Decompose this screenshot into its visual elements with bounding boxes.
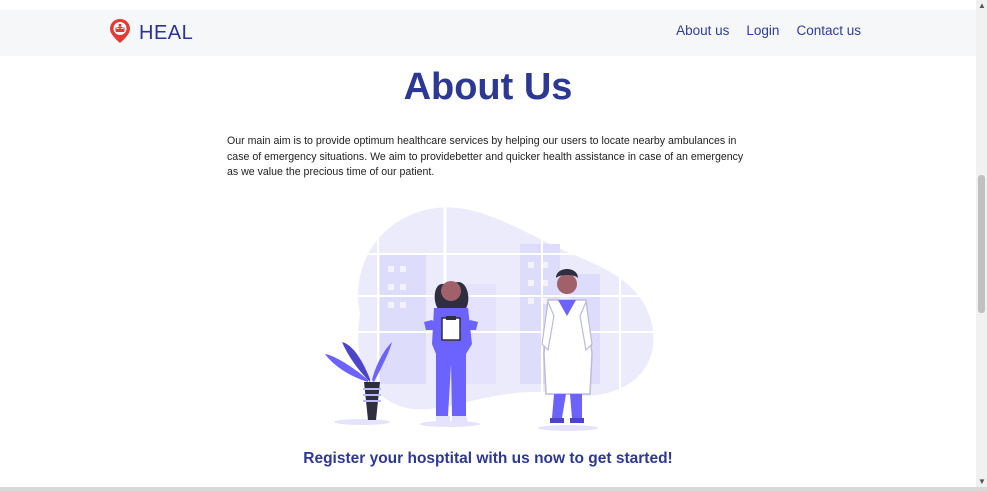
navbar: HEAL About us Login Contact us: [0, 10, 976, 56]
scroll-thumb[interactable]: [978, 175, 985, 313]
brand-link[interactable]: HEAL: [109, 18, 193, 49]
page-viewport: HEAL About us Login Contact us About Us …: [0, 0, 976, 487]
window-bottom-edge: [0, 487, 987, 491]
scroll-up-arrow-icon[interactable]: ▲: [978, 2, 986, 10]
scroll-down-arrow-icon[interactable]: ▼: [978, 478, 986, 486]
nav-login[interactable]: Login: [746, 23, 779, 38]
about-description: Our main aim is to provide optimum healt…: [227, 135, 744, 178]
register-cta: Register your hosptital with us now to g…: [303, 450, 673, 467]
doctors-illustration: [320, 204, 660, 441]
heal-logo-icon: [109, 18, 131, 49]
page-title: About Us: [403, 66, 573, 108]
scrollbar[interactable]: ▲ ▼: [976, 0, 987, 487]
nav-about-us[interactable]: About us: [676, 23, 729, 38]
brand-name: HEAL: [139, 22, 194, 44]
nav-links: About us Login Contact us: [676, 23, 861, 38]
nav-contact-us[interactable]: Contact us: [796, 23, 861, 38]
